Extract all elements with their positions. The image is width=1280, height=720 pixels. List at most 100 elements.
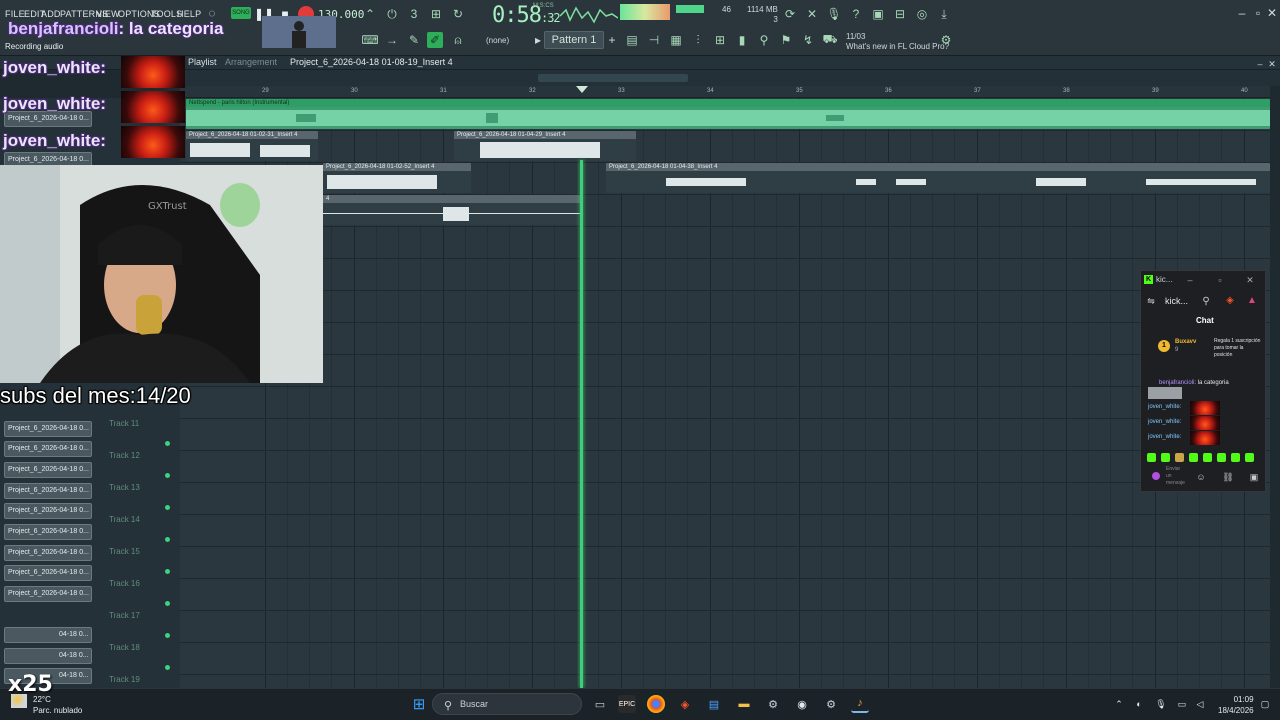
kick-emoji-icon[interactable]: ☺ [1193, 469, 1209, 485]
task-view-icon[interactable]: ▭ [591, 695, 609, 713]
fl-cloud-icon[interactable]: ⚙ [938, 32, 954, 48]
keyboard-icon[interactable]: ⌨ [361, 32, 378, 48]
notification-icon[interactable]: ▢ [1256, 695, 1274, 713]
save-icon[interactable]: ▣ [870, 6, 886, 22]
plugin-icon[interactable]: ⚲ [756, 32, 772, 48]
draw-tool-icon[interactable]: ✐ [427, 32, 443, 48]
metronome-icon[interactable]: ⌃ [362, 6, 378, 22]
steam-alt-icon[interactable]: ⚙ [822, 695, 840, 713]
countdown-icon[interactable]: 3 [406, 6, 422, 22]
close-icon[interactable]: ✕ [1264, 5, 1280, 21]
track-clip-button[interactable]: Project_6_2026-04-18 0... [4, 524, 92, 540]
wait-input-icon[interactable]: ⏻ [384, 6, 400, 22]
cart-icon[interactable]: ⛟ [822, 32, 838, 48]
song-mode-toggle[interactable]: SONG [231, 7, 251, 19]
loop-record-icon[interactable]: ↻ [450, 6, 466, 22]
track-name[interactable]: Track 19 [109, 675, 140, 684]
track-active-dot[interactable] [165, 569, 170, 574]
playhead-marker[interactable] [576, 86, 588, 93]
emote-icon[interactable] [1161, 453, 1170, 462]
kick-chatter[interactable]: joven_white: [1148, 419, 1181, 425]
menu-help[interactable]: HELP [177, 9, 201, 19]
scroll-thumb[interactable] [538, 74, 688, 82]
brave-shield-icon[interactable]: ◈ [1222, 292, 1238, 308]
track-active-dot[interactable] [165, 633, 170, 638]
track-name[interactable]: Track 18 [109, 643, 140, 652]
piano-roll-icon[interactable]: ▦ [668, 32, 684, 48]
timeline-ruler[interactable] [180, 86, 1270, 98]
refresh-icon[interactable]: ⟳ [782, 6, 798, 22]
track-name[interactable]: Track 14 [109, 515, 140, 524]
playlist-grid[interactable]: Nettspend - paris hilton (Instrumental) … [180, 98, 1270, 688]
browser-icon[interactable]: ⊞ [712, 32, 728, 48]
emote-icon[interactable] [1175, 453, 1184, 462]
kick-close-icon[interactable]: ✕ [1242, 272, 1258, 288]
playlist-scrollbar[interactable] [180, 70, 1280, 86]
snap-select[interactable]: (none) [486, 36, 509, 45]
track-clip-button[interactable]: 04-18 0... [4, 648, 92, 664]
discord-icon[interactable]: ◐ [1130, 695, 1148, 713]
kick-share-icon[interactable]: ⛓ [1220, 469, 1236, 485]
minimize-icon[interactable]: – [1234, 5, 1250, 21]
kick-minimize-icon[interactable]: – [1182, 272, 1198, 288]
track-name[interactable]: Track 12 [109, 451, 140, 460]
kick-username[interactable]: benjafrancioli [1159, 380, 1194, 386]
edison-icon[interactable]: ⚑ [778, 32, 794, 48]
audio-clip[interactable]: 4 [323, 195, 580, 225]
track-name[interactable]: Track 11 [109, 419, 139, 428]
tools-icon[interactable]: ✕ [804, 6, 820, 22]
menu-add[interactable]: ADD [41, 9, 61, 19]
channel-rack-icon[interactable]: ⊣ [646, 32, 662, 48]
emote-icon[interactable] [1203, 453, 1212, 462]
track-name[interactable]: Track 17 [109, 611, 140, 620]
weather-widget[interactable]: 22°C Parc. nublado [33, 694, 82, 716]
project-icon[interactable]: ▮ [734, 32, 750, 48]
add-pattern-icon[interactable]: + [604, 32, 620, 48]
track-active-dot[interactable] [165, 441, 170, 446]
track-clip-button[interactable]: Project_6_2026-04-18 0... [4, 421, 92, 437]
audio-clip[interactable]: Project_6_2026-04-18 01-04-38_Insert 4 [606, 163, 1270, 193]
pattern-selector[interactable]: Pattern 1 [544, 31, 604, 49]
emote-icon[interactable] [1189, 453, 1198, 462]
track-name[interactable]: Track 16 [109, 579, 140, 588]
track-name[interactable]: Track 13 [109, 483, 140, 492]
kick-settings-icon[interactable]: ⇋ [1143, 293, 1159, 309]
track-clip-button[interactable]: 04-18 0... [4, 627, 92, 643]
playlist-view-icon[interactable]: ▤ [624, 32, 640, 48]
arrow-right-icon[interactable]: → [384, 32, 400, 48]
fx-icon[interactable]: ↯ [800, 32, 816, 48]
menu-file[interactable]: FILE [5, 9, 25, 19]
kick-send-placeholder[interactable]: Enviar un mensaje [1166, 466, 1186, 487]
network-icon[interactable]: ▭ [1173, 695, 1191, 713]
mixer-view-icon[interactable]: ⫶ [690, 32, 706, 48]
track-clip-button[interactable]: Project_6_2026-04-18 0... [4, 565, 92, 581]
mixer-icon[interactable]: ⊟ [892, 6, 908, 22]
steam-icon[interactable]: ⚙ [764, 695, 782, 713]
audio-clip[interactable]: Project_6_2026-04-18 01-04-29_Insert 4 [454, 131, 636, 161]
fl-studio-icon[interactable]: ♪ [851, 695, 869, 713]
playlist-subtitle[interactable]: Arrangement [225, 57, 277, 67]
track-active-dot[interactable] [165, 601, 170, 606]
bell-icon[interactable]: ⍝ [450, 32, 466, 48]
gift-user[interactable]: Buxavv [1175, 339, 1196, 345]
track-active-dot[interactable] [165, 665, 170, 670]
track-clip-button[interactable]: Project_6_2026-04-18 0... [4, 586, 92, 602]
emote-icon[interactable] [1217, 453, 1226, 462]
obs-icon[interactable]: ◉ [793, 695, 811, 713]
chrome-icon[interactable] [647, 695, 665, 713]
epic-games-icon[interactable]: EPIC [618, 695, 636, 713]
track-active-dot[interactable] [165, 505, 170, 510]
news-panel[interactable]: 11/03 What's new in FL Cloud Pro? [846, 32, 949, 52]
track-clip-button[interactable]: Project_6_2026-04-18 0... [4, 503, 92, 519]
kick-chatter[interactable]: joven_white: [1148, 434, 1181, 440]
store-icon[interactable]: ▤ [705, 695, 723, 713]
windows-start-icon[interactable]: ⊞ [410, 695, 428, 713]
audio-clip[interactable]: Project_6_2026-04-18 01-02-31_Insert 4 [186, 131, 318, 161]
brave-icon[interactable]: ◈ [676, 695, 694, 713]
track-active-dot[interactable] [165, 473, 170, 478]
track-clip-button[interactable]: Project_6_2026-04-18 0... [4, 483, 92, 499]
taskbar-clock[interactable]: 01:09 18/4/2026 [1218, 694, 1254, 716]
volume-icon[interactable]: ◁ [1191, 695, 1209, 713]
mic-icon[interactable]: 🎙 [826, 6, 842, 22]
mic-tray-icon[interactable]: 🎙 [1152, 695, 1170, 713]
